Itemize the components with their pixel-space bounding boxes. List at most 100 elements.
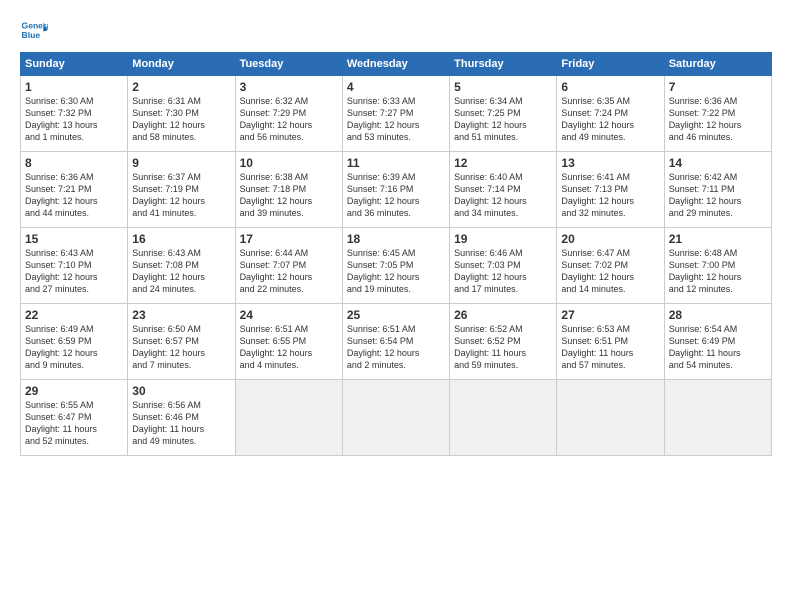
day-detail: Sunrise: 6:51 AMSunset: 6:54 PMDaylight:… <box>347 324 420 370</box>
calendar-cell <box>557 380 664 456</box>
page: General Blue SundayMondayTuesdayWednesda… <box>0 0 792 612</box>
calendar-cell: 21 Sunrise: 6:48 AMSunset: 7:00 PMDaylig… <box>664 228 771 304</box>
day-number: 25 <box>347 308 445 322</box>
calendar-cell: 4 Sunrise: 6:33 AMSunset: 7:27 PMDayligh… <box>342 76 449 152</box>
day-number: 5 <box>454 80 552 94</box>
day-detail: Sunrise: 6:43 AMSunset: 7:08 PMDaylight:… <box>132 248 205 294</box>
day-detail: Sunrise: 6:47 AMSunset: 7:02 PMDaylight:… <box>561 248 634 294</box>
day-number: 24 <box>240 308 338 322</box>
calendar-cell <box>664 380 771 456</box>
day-number: 15 <box>25 232 123 246</box>
calendar-cell: 20 Sunrise: 6:47 AMSunset: 7:02 PMDaylig… <box>557 228 664 304</box>
day-number: 8 <box>25 156 123 170</box>
calendar-cell: 28 Sunrise: 6:54 AMSunset: 6:49 PMDaylig… <box>664 304 771 380</box>
day-detail: Sunrise: 6:30 AMSunset: 7:32 PMDaylight:… <box>25 96 98 142</box>
calendar-week-row: 1 Sunrise: 6:30 AMSunset: 7:32 PMDayligh… <box>21 76 772 152</box>
day-number: 18 <box>347 232 445 246</box>
day-detail: Sunrise: 6:36 AMSunset: 7:22 PMDaylight:… <box>669 96 742 142</box>
day-detail: Sunrise: 6:35 AMSunset: 7:24 PMDaylight:… <box>561 96 634 142</box>
day-number: 1 <box>25 80 123 94</box>
calendar-cell: 9 Sunrise: 6:37 AMSunset: 7:19 PMDayligh… <box>128 152 235 228</box>
day-number: 14 <box>669 156 767 170</box>
day-number: 3 <box>240 80 338 94</box>
weekday-header: Saturday <box>664 53 771 76</box>
weekday-header: Wednesday <box>342 53 449 76</box>
day-detail: Sunrise: 6:54 AMSunset: 6:49 PMDaylight:… <box>669 324 741 370</box>
calendar-cell: 29 Sunrise: 6:55 AMSunset: 6:47 PMDaylig… <box>21 380 128 456</box>
day-detail: Sunrise: 6:45 AMSunset: 7:05 PMDaylight:… <box>347 248 420 294</box>
day-detail: Sunrise: 6:48 AMSunset: 7:00 PMDaylight:… <box>669 248 742 294</box>
calendar-cell: 18 Sunrise: 6:45 AMSunset: 7:05 PMDaylig… <box>342 228 449 304</box>
logo: General Blue <box>20 16 52 44</box>
calendar-cell: 17 Sunrise: 6:44 AMSunset: 7:07 PMDaylig… <box>235 228 342 304</box>
day-number: 9 <box>132 156 230 170</box>
day-number: 12 <box>454 156 552 170</box>
day-detail: Sunrise: 6:43 AMSunset: 7:10 PMDaylight:… <box>25 248 98 294</box>
weekday-header: Thursday <box>450 53 557 76</box>
day-detail: Sunrise: 6:36 AMSunset: 7:21 PMDaylight:… <box>25 172 98 218</box>
weekday-header: Sunday <box>21 53 128 76</box>
day-number: 29 <box>25 384 123 398</box>
calendar-cell: 25 Sunrise: 6:51 AMSunset: 6:54 PMDaylig… <box>342 304 449 380</box>
day-number: 21 <box>669 232 767 246</box>
day-number: 17 <box>240 232 338 246</box>
calendar-table: SundayMondayTuesdayWednesdayThursdayFrid… <box>20 52 772 456</box>
calendar-cell: 12 Sunrise: 6:40 AMSunset: 7:14 PMDaylig… <box>450 152 557 228</box>
calendar-week-row: 22 Sunrise: 6:49 AMSunset: 6:59 PMDaylig… <box>21 304 772 380</box>
day-detail: Sunrise: 6:32 AMSunset: 7:29 PMDaylight:… <box>240 96 313 142</box>
calendar-cell: 15 Sunrise: 6:43 AMSunset: 7:10 PMDaylig… <box>21 228 128 304</box>
day-detail: Sunrise: 6:40 AMSunset: 7:14 PMDaylight:… <box>454 172 527 218</box>
calendar-cell <box>235 380 342 456</box>
header: General Blue <box>20 16 772 44</box>
calendar-week-row: 15 Sunrise: 6:43 AMSunset: 7:10 PMDaylig… <box>21 228 772 304</box>
day-number: 23 <box>132 308 230 322</box>
day-detail: Sunrise: 6:52 AMSunset: 6:52 PMDaylight:… <box>454 324 526 370</box>
calendar-body: 1 Sunrise: 6:30 AMSunset: 7:32 PMDayligh… <box>21 76 772 456</box>
svg-text:Blue: Blue <box>22 30 41 40</box>
day-detail: Sunrise: 6:56 AMSunset: 6:46 PMDaylight:… <box>132 400 204 446</box>
calendar-cell: 10 Sunrise: 6:38 AMSunset: 7:18 PMDaylig… <box>235 152 342 228</box>
calendar-cell: 6 Sunrise: 6:35 AMSunset: 7:24 PMDayligh… <box>557 76 664 152</box>
weekday-header: Monday <box>128 53 235 76</box>
calendar-cell <box>342 380 449 456</box>
day-number: 4 <box>347 80 445 94</box>
day-detail: Sunrise: 6:34 AMSunset: 7:25 PMDaylight:… <box>454 96 527 142</box>
calendar-cell: 3 Sunrise: 6:32 AMSunset: 7:29 PMDayligh… <box>235 76 342 152</box>
calendar-cell: 26 Sunrise: 6:52 AMSunset: 6:52 PMDaylig… <box>450 304 557 380</box>
calendar-header-row: SundayMondayTuesdayWednesdayThursdayFrid… <box>21 53 772 76</box>
day-number: 7 <box>669 80 767 94</box>
calendar-cell: 5 Sunrise: 6:34 AMSunset: 7:25 PMDayligh… <box>450 76 557 152</box>
day-detail: Sunrise: 6:46 AMSunset: 7:03 PMDaylight:… <box>454 248 527 294</box>
day-number: 26 <box>454 308 552 322</box>
calendar-cell: 14 Sunrise: 6:42 AMSunset: 7:11 PMDaylig… <box>664 152 771 228</box>
calendar-cell: 22 Sunrise: 6:49 AMSunset: 6:59 PMDaylig… <box>21 304 128 380</box>
calendar-cell: 1 Sunrise: 6:30 AMSunset: 7:32 PMDayligh… <box>21 76 128 152</box>
weekday-header: Tuesday <box>235 53 342 76</box>
day-number: 20 <box>561 232 659 246</box>
day-detail: Sunrise: 6:49 AMSunset: 6:59 PMDaylight:… <box>25 324 98 370</box>
day-detail: Sunrise: 6:42 AMSunset: 7:11 PMDaylight:… <box>669 172 742 218</box>
day-detail: Sunrise: 6:33 AMSunset: 7:27 PMDaylight:… <box>347 96 420 142</box>
day-detail: Sunrise: 6:55 AMSunset: 6:47 PMDaylight:… <box>25 400 97 446</box>
day-number: 2 <box>132 80 230 94</box>
day-number: 28 <box>669 308 767 322</box>
calendar-cell: 8 Sunrise: 6:36 AMSunset: 7:21 PMDayligh… <box>21 152 128 228</box>
calendar-cell: 24 Sunrise: 6:51 AMSunset: 6:55 PMDaylig… <box>235 304 342 380</box>
calendar-cell: 30 Sunrise: 6:56 AMSunset: 6:46 PMDaylig… <box>128 380 235 456</box>
day-number: 11 <box>347 156 445 170</box>
day-number: 10 <box>240 156 338 170</box>
day-number: 30 <box>132 384 230 398</box>
logo-icon: General Blue <box>20 16 48 44</box>
calendar-cell: 19 Sunrise: 6:46 AMSunset: 7:03 PMDaylig… <box>450 228 557 304</box>
calendar-cell: 13 Sunrise: 6:41 AMSunset: 7:13 PMDaylig… <box>557 152 664 228</box>
calendar-cell <box>450 380 557 456</box>
day-detail: Sunrise: 6:39 AMSunset: 7:16 PMDaylight:… <box>347 172 420 218</box>
day-detail: Sunrise: 6:37 AMSunset: 7:19 PMDaylight:… <box>132 172 205 218</box>
weekday-header: Friday <box>557 53 664 76</box>
calendar-cell: 16 Sunrise: 6:43 AMSunset: 7:08 PMDaylig… <box>128 228 235 304</box>
calendar-cell: 27 Sunrise: 6:53 AMSunset: 6:51 PMDaylig… <box>557 304 664 380</box>
calendar-week-row: 8 Sunrise: 6:36 AMSunset: 7:21 PMDayligh… <box>21 152 772 228</box>
calendar-cell: 11 Sunrise: 6:39 AMSunset: 7:16 PMDaylig… <box>342 152 449 228</box>
calendar-week-row: 29 Sunrise: 6:55 AMSunset: 6:47 PMDaylig… <box>21 380 772 456</box>
day-number: 13 <box>561 156 659 170</box>
